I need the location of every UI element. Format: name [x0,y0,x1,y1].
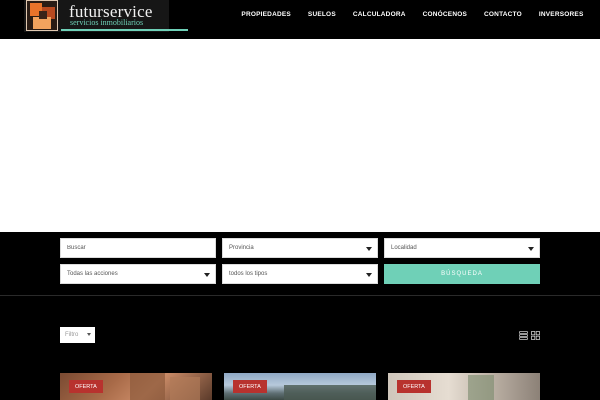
offer-badge: OFERTA [397,380,431,393]
tipos-select-label: todos los tipos [229,271,268,277]
hero-banner [0,39,600,232]
chevron-down-icon [528,247,534,251]
site-header: futurservice servicios inmobiliarios PRO… [0,0,600,39]
section-divider [0,295,600,296]
grid-view-icon[interactable] [531,331,540,340]
provincia-select-label: Provincia [229,245,254,251]
logo-mark-icon [26,0,58,31]
search-button[interactable]: BÚSQUEDA [384,264,540,284]
filter-select-label: Filtro [65,332,79,338]
main-nav: PROPIEDADES SUELOS CALCULADORA CONÓCENOS… [233,11,592,18]
list-view-icon[interactable] [519,331,528,340]
provincia-select[interactable]: Provincia [222,238,378,258]
nav-item-inversores[interactable]: INVERSORES [530,11,592,18]
localidad-select-label: Localidad [391,245,417,251]
property-card[interactable]: OFERTA [60,373,212,400]
logo-underline [61,29,188,31]
offer-badge: OFERTA [69,380,103,393]
chevron-down-icon [87,333,91,336]
property-card[interactable]: OFERTA [224,373,376,400]
filter-select[interactable]: Filtro [60,327,95,343]
search-input[interactable] [67,245,209,251]
nav-item-contacto[interactable]: CONTACTO [476,11,531,18]
chevron-down-icon [366,247,372,251]
site-logo[interactable]: futurservice servicios inmobiliarios [24,0,188,32]
chevron-down-icon [204,273,210,277]
nav-item-conocenos[interactable]: CONÓCENOS [414,11,475,18]
logo-subtitle: servicios inmobiliarios [70,18,144,27]
nav-item-calculadora[interactable]: CALCULADORA [344,11,414,18]
chevron-down-icon [366,273,372,277]
acciones-select-label: Todas las acciones [67,271,118,277]
localidad-select[interactable]: Localidad [384,238,540,258]
nav-item-propiedades[interactable]: PROPIEDADES [233,11,300,18]
offer-badge: OFERTA [233,380,267,393]
property-card[interactable]: OFERTA [388,373,540,400]
tipos-select[interactable]: todos los tipos [222,264,378,284]
page-root: futurservice servicios inmobiliarios PRO… [0,0,600,400]
acciones-select[interactable]: Todas las acciones [60,264,216,284]
search-input-wrapper [60,238,216,258]
nav-item-suelos[interactable]: SUELOS [299,11,344,18]
